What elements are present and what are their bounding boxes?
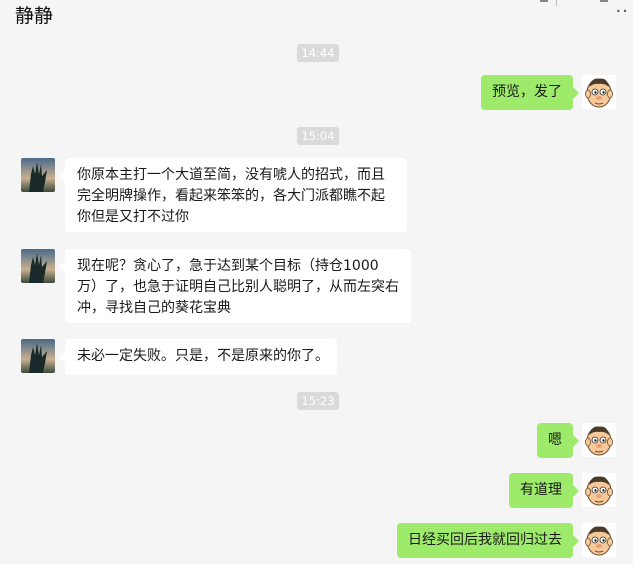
message-bubble-other[interactable]: 现在呢？贪心了，急于达到某个目标（持仓1000万）了，也急于证明自己比别人聪明了… bbox=[59, 249, 411, 323]
message-bubble-self[interactable]: 有道理 bbox=[509, 473, 579, 508]
cartoon-man-avatar-icon[interactable] bbox=[582, 523, 616, 557]
cartoon-man-avatar-icon[interactable] bbox=[582, 423, 616, 457]
hand-ok-sunset-avatar-icon[interactable] bbox=[21, 339, 55, 373]
timestamp: 15:04 bbox=[297, 127, 339, 145]
maximize-icon[interactable] bbox=[600, 0, 608, 2]
more-options-icon[interactable]: .. bbox=[616, 0, 629, 16]
message-bubble-self[interactable]: 日经买回后我就回归过去 bbox=[397, 523, 579, 558]
divider bbox=[556, 0, 557, 6]
chat-title: 静静 bbox=[15, 5, 54, 27]
message-bubble-self[interactable]: 嗯 bbox=[537, 423, 579, 458]
message-bubble-other[interactable]: 你原本主打一个大道至简，没有唬人的招式，而且完全明牌操作，看起来笨笨的，各大门派… bbox=[59, 158, 407, 232]
minimize-icon[interactable] bbox=[540, 0, 548, 2]
timestamp: 15:23 bbox=[297, 392, 339, 410]
timestamp: 14:44 bbox=[297, 44, 339, 62]
cartoon-man-avatar-icon[interactable] bbox=[582, 473, 616, 507]
hand-ok-sunset-avatar-icon[interactable] bbox=[21, 158, 55, 192]
cartoon-man-avatar-icon[interactable] bbox=[582, 75, 616, 109]
message-bubble-self[interactable]: 预览，发了 bbox=[481, 75, 579, 110]
chat-header: 静静 .. bbox=[0, 0, 633, 36]
message-bubble-other[interactable]: 未必一定失败。只是，不是原来的你了。 bbox=[59, 339, 337, 375]
hand-ok-sunset-avatar-icon[interactable] bbox=[21, 249, 55, 283]
